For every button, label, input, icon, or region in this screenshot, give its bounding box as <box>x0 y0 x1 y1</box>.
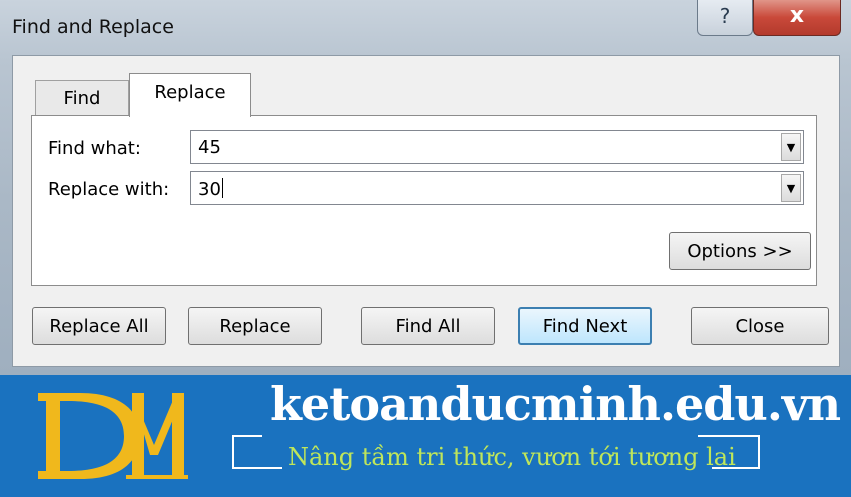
tab-replace-label: Replace <box>154 82 226 103</box>
replace-with-combobox[interactable]: 30 ▼ <box>190 171 804 205</box>
close-icon: x <box>789 3 805 28</box>
site-url: ketoanducminh.edu.vn <box>270 377 841 431</box>
find-all-button[interactable]: Find All <box>361 307 495 345</box>
slogan: Nâng tầm tri thức, vươn tới tương lai <box>288 443 736 471</box>
help-icon: ? <box>719 3 731 28</box>
help-button[interactable]: ? <box>697 0 753 36</box>
find-what-dropdown-button[interactable]: ▼ <box>781 133 801 161</box>
decorative-line <box>232 435 262 437</box>
replace-with-dropdown-button[interactable]: ▼ <box>781 174 801 202</box>
find-next-button[interactable]: Find Next <box>518 307 652 345</box>
tab-find-label: Find <box>63 88 101 109</box>
decorative-line <box>698 435 760 437</box>
decorative-line <box>758 435 760 467</box>
find-replace-dialog: Find and Replace ? x Find Replace Find w… <box>0 0 851 375</box>
brand-banner: ketoanducminh.edu.vn Nâng tầm tri thức, … <box>0 375 851 497</box>
replace-button[interactable]: Replace <box>188 307 322 345</box>
chevron-down-icon: ▼ <box>786 181 796 195</box>
options-button[interactable]: Options >> <box>669 232 811 270</box>
find-what-input[interactable]: 45 <box>198 137 221 158</box>
text-caret <box>221 178 223 198</box>
replace-with-input[interactable]: 30 <box>198 178 223 200</box>
window-close-button[interactable]: x <box>753 0 841 36</box>
chevron-down-icon: ▼ <box>786 140 796 154</box>
decorative-line <box>232 467 282 469</box>
replace-with-label: Replace with: <box>48 179 170 200</box>
dialog-client-area: Find Replace Find what: 45 ▼ Replace wit… <box>12 55 840 367</box>
close-button[interactable]: Close <box>691 307 829 345</box>
find-what-label: Find what: <box>48 138 141 159</box>
tab-replace[interactable]: Replace <box>129 73 251 117</box>
tab-find[interactable]: Find <box>35 80 129 115</box>
replace-all-button[interactable]: Replace All <box>32 307 166 345</box>
decorative-line <box>232 435 234 467</box>
find-what-combobox[interactable]: 45 ▼ <box>190 130 804 164</box>
dialog-title: Find and Replace <box>12 16 174 38</box>
replace-tab-panel: Find what: 45 ▼ Replace with: 30 ▼ Optio… <box>31 115 817 286</box>
ducminh-logo <box>38 393 188 479</box>
